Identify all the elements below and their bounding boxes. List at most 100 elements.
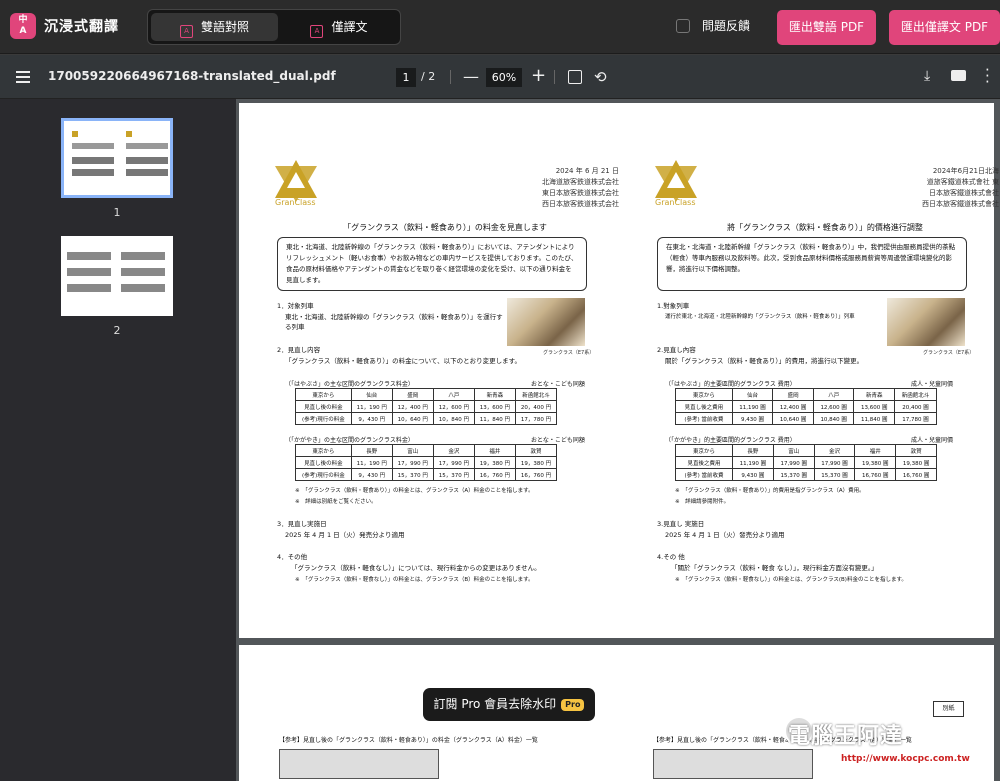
table-cell: 13,600 圓 (853, 400, 896, 413)
document-title: 「グランクラス（飲料・軽食あり）」の料金を見直します (343, 223, 547, 232)
pdf-toolbar: 1700592206649671​68-translated_dual.pdf … (0, 55, 1000, 99)
export-dual-pdf-button[interactable]: 匯出雙語 PDF (777, 10, 876, 45)
table-cell: 見直し後の料金 (295, 400, 352, 413)
granclass-brand: GranClass (275, 198, 316, 207)
table-row: (參考) 當前收費 9,430 圓 10,640 圓 10,840 圓 11,840 圓… (675, 412, 937, 425)
download-icon[interactable]: ⤓ (924, 68, 930, 84)
section-3-body: 2025 年 4 月 1 日（火）發売分より適用 (665, 531, 785, 539)
subscribe-pro-button[interactable]: 訂閱 Pro 會員去除水印 Pro (423, 688, 595, 721)
table-1-note: 成人・兒童同價 (911, 381, 954, 388)
table-cell: 15，370 円 (432, 468, 475, 481)
table-cell: 19,380 圓 (854, 456, 897, 469)
table-cell: 新青森 (473, 388, 516, 401)
table-row: (參考) 當前收費 9,430 圓 15,370 圓 15,370 圓 16,760 圓… (674, 468, 937, 481)
granclass-brand: GranClass (655, 198, 696, 207)
menu-icon[interactable] (16, 71, 30, 83)
table-cell: 19,380 圓 (895, 456, 937, 469)
table-cell: 東京から (674, 444, 734, 457)
print-icon[interactable] (951, 70, 966, 81)
page-thumbnail-2[interactable] (61, 236, 173, 316)
fare-table-hayabusa: 東京から 仙台 盛岡 八戸 新青森 新函館北斗 見直し後之費用 11,190 圓 12,400… (675, 388, 937, 425)
table-cell: 17，990 円 (391, 456, 434, 469)
date-line: 道旅客鐵道株式會社 東 (926, 178, 999, 186)
zoom-in-button[interactable]: + (531, 65, 546, 86)
section-1-heading: 1.對象列車 (657, 302, 690, 310)
table-cell: 11,190 圓 (731, 400, 774, 413)
dual-mode-label: 雙語對照 (200, 20, 249, 34)
section-3-heading: 3.見直し 実施日 (657, 520, 705, 528)
section-4-heading: 4.その 他 (657, 553, 685, 561)
page-number-input[interactable]: 1 (396, 68, 416, 87)
note-line: ※ 詳細は別紙をご覧ください。 (295, 499, 377, 505)
table-cell: 11,190 圓 (732, 456, 774, 469)
table-cell: (參考) 當前收費 (675, 412, 733, 425)
thumbnail-label-2: 2 (113, 324, 121, 337)
table-cell: 見直後之費用 (674, 456, 734, 469)
dual-mode-tab[interactable]: A 雙語對照 (151, 13, 278, 41)
table-cell: 9,430 圓 (731, 412, 774, 425)
thumbnail-label-1: 1 (113, 206, 121, 219)
issue-date-block: 2024 年 6 月 21 日 北海道旅客鉄道株式会社 東日本旅客鉄道株式会社 … (542, 166, 619, 210)
table-row: 東京から 長野 富山 金沢 福井 敦賀 (295, 444, 558, 457)
intro-box: 東北・北海道、北陸新幹線の「グランクラス（飲料・軽食あり）」においては、アテンダ… (277, 237, 587, 291)
feedback-label: 問題反饋 (702, 19, 751, 33)
section-4-body: 「關於「グランクラス（飲料・軽食 なし）」，現行料金方面沒有變更。」 (671, 564, 878, 572)
section-1-body: 東北・北海道、北陸新幹線の「グランクラス（飲料・軽食あり）」を運行する列車 (285, 313, 503, 331)
table-cell: 新函館北斗 (514, 388, 558, 401)
export-translated-pdf-button[interactable]: 匯出僅譯文 PDF (889, 10, 1000, 45)
table-cell: 17,990 圓 (813, 456, 856, 469)
table-row: 東京から 仙台 盛岡 八戸 新青森 新函館北斗 (675, 388, 937, 401)
divider (450, 70, 451, 84)
section-2-heading: 2．見直し内容 (277, 346, 321, 354)
table-2-note: おとな・こども同額 (531, 437, 585, 444)
table-cell: 11，190 円 (350, 400, 393, 413)
table-cell: 新函館北斗 (894, 388, 937, 401)
table-2-note: 成人・兒童同價 (911, 437, 954, 444)
section-1-heading: 1．対象列車 (277, 302, 314, 310)
section-4-note: ※ 「グランクラス（飲料・軽食なし）」の料金とは、グランクラス(B)料金のことを… (675, 577, 907, 583)
translated-only-tab[interactable]: A 僅譯文 (280, 13, 398, 41)
table-cell: 11，190 円 (350, 456, 393, 469)
fare-table-kagayaki: 東京から 長野 富山 金沢 福井 敦賀 見直後之費用 11,190 圓 17,990 圓 17,… (674, 444, 937, 481)
table-row: (参考)現行の料金 9，430 円 15，370 円 15，370 円 16，760 円… (295, 468, 558, 481)
table-cell: 金沢 (813, 444, 856, 457)
table-cell: (參考) 當前收費 (674, 468, 734, 481)
table-cell: 盛岡 (391, 388, 434, 401)
section-3-body: 2025 年 4 月 1 日（火）発売分より適用 (285, 531, 405, 539)
feedback-button[interactable]: 問題反饋 (676, 17, 750, 34)
view-mode-switch: A 雙語對照 A 僅譯文 (147, 9, 401, 45)
zoom-level[interactable]: 60% (486, 68, 522, 87)
table-cell: 19，380 円 (473, 456, 516, 469)
dual-language-icon: A (179, 25, 193, 38)
table-cell: 福井 (854, 444, 897, 457)
section-2-body: 關於「グランクラス（飲料・軽食あり）」的費用，將進行以下變更。 (665, 357, 864, 365)
table-cell: 東京から (295, 444, 352, 457)
table-row: 東京から 仙台 盛岡 八戸 新青森 新函館北斗 (295, 388, 558, 401)
table-cell: 11，840 円 (473, 412, 516, 425)
table-cell: 17，780 円 (514, 412, 558, 425)
table-cell: 15,370 圓 (813, 468, 856, 481)
table-2-title: （「かがやき」の主な区間のグランクラス料金） (285, 437, 414, 444)
table-row: 見直し後之費用 11,190 圓 12,400 圓 12,600 圓 13,600 圓2… (675, 400, 937, 413)
photo-caption: グランクラス（E7系） (923, 350, 975, 356)
table-cell: 9,430 圓 (732, 468, 774, 481)
note-line: ※ 「グランクラス（飲料・軽食あり）」的費用是指グランクラス（A）費用。 (675, 488, 865, 494)
more-options-icon[interactable]: · · · (985, 63, 990, 90)
table-cell: 15,370 圓 (772, 468, 815, 481)
thumbnail-sidebar (0, 99, 236, 781)
table-cell: 10,640 圓 (772, 412, 814, 425)
table-cell: 19，380 円 (514, 456, 558, 469)
table-cell: 12，600 円 (432, 400, 475, 413)
pdf-viewer[interactable]: GranClass 2024 年 6 月 21 日 北海道旅客鉄道株式会社 東日… (236, 99, 1000, 781)
zoom-out-button[interactable]: — (463, 67, 479, 86)
date-line: 日本旅客鐵道株式會社 (929, 189, 999, 197)
table-cell: 17,990 圓 (772, 456, 815, 469)
page-thumbnail-1[interactable] (61, 118, 173, 198)
table-row: 見直後之費用 11,190 圓 17,990 圓 17,990 圓 19,380 圓 19… (674, 456, 937, 469)
section-4-note: ※ 「グランクラス（飲料・軽食なし）」の料金とは、グランクラス（B）料金のことを… (295, 577, 534, 583)
fit-page-icon[interactable] (568, 70, 582, 84)
date-line: 東日本旅客鉄道株式会社 (542, 189, 619, 197)
rotate-icon[interactable]: ⟲ (594, 68, 607, 86)
date-line: 2024年6月21日北海 (932, 167, 999, 175)
table-row: (参考)現行の料金 9，430 円 10，640 円 10，840 円 11，840 円… (295, 412, 558, 425)
